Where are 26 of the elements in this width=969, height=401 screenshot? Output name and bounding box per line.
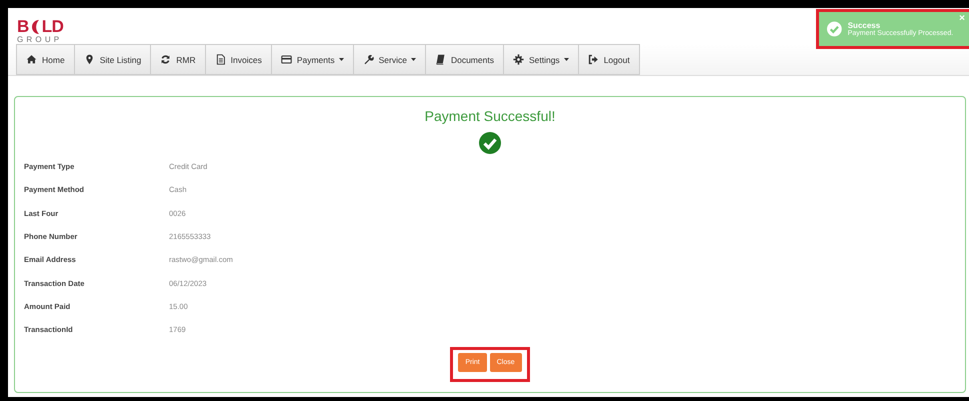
home-icon (26, 54, 37, 65)
logo-text: B (17, 19, 29, 35)
nav-item[interactable]: Home (17, 45, 75, 74)
document-icon (214, 54, 226, 65)
map-pin-icon (84, 54, 95, 65)
settings-icon (512, 54, 524, 65)
nav-item[interactable]: Payments (272, 45, 354, 74)
nav-item[interactable]: Service (354, 45, 426, 74)
logout-icon (588, 54, 599, 65)
nav-item[interactable]: Documents (426, 45, 504, 74)
wrench-icon (362, 54, 374, 65)
logo-subtitle: GROUP (17, 35, 64, 44)
book-icon (434, 54, 446, 65)
nav-item[interactable]: Site Listing (74, 45, 152, 74)
logo-text: LD (42, 19, 64, 35)
check-circle-icon (827, 19, 842, 39)
nav-item[interactable]: RMR (151, 45, 206, 74)
nav-item[interactable]: Logout (578, 45, 639, 74)
crescent-icon (30, 19, 41, 35)
toast-title: Success (848, 21, 880, 30)
nav-item[interactable]: Settings (504, 45, 579, 74)
check-circle-icon (479, 132, 501, 154)
credit-card-icon (280, 54, 292, 65)
refresh-icon (160, 54, 172, 65)
success-heading: Payment Successful! (424, 108, 556, 124)
nav-item[interactable]: Invoices (206, 45, 272, 74)
